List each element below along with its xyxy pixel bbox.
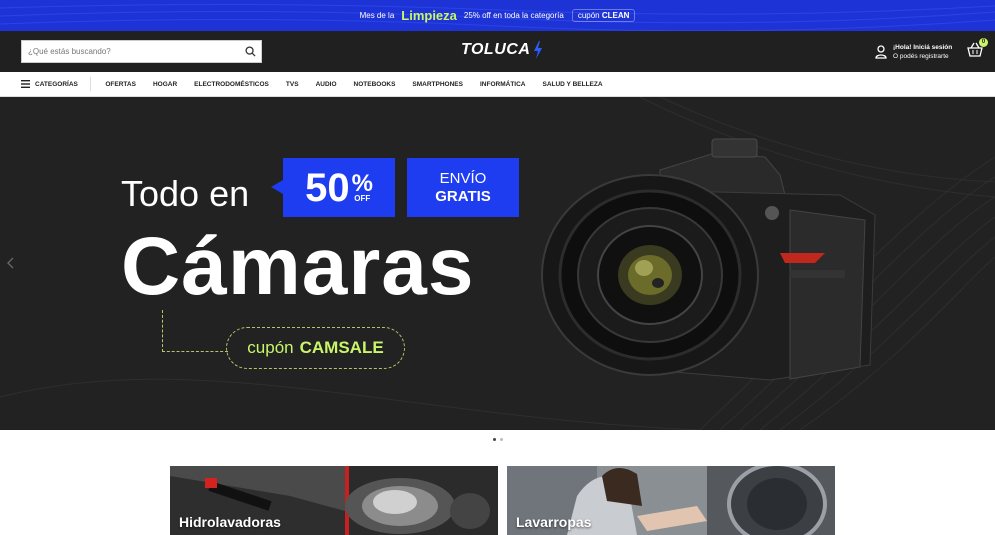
shipping-line2: GRATIS [435, 187, 491, 205]
nav-item-electrodomesticos[interactable]: ELECTRODOMÉSTICOS [186, 81, 278, 88]
promo-coupon: cupón CLEAN [571, 9, 636, 22]
carousel-dot-2[interactable] [499, 438, 503, 441]
hero-coupon-code: CAMSALE [299, 338, 384, 357]
account-link[interactable]: ¡Hola! Iniciá sesión O podés registrarte [875, 43, 952, 61]
coupon-connector-line [162, 310, 228, 352]
promo-coupon-code: CLEAN [601, 11, 630, 20]
logo[interactable]: TOLUCA [461, 41, 543, 59]
discount-off: OFF [354, 193, 371, 203]
search-icon[interactable] [239, 46, 261, 57]
menu-icon [21, 80, 30, 88]
hero-headline: Cámaras [121, 221, 475, 312]
category-nav: CATEGORÍAS OFERTAS HOGAR ELECTRODOMÉSTIC… [0, 72, 995, 97]
search-box[interactable] [21, 40, 262, 63]
free-shipping-badge: ENVÍO GRATIS [407, 158, 519, 217]
promo-prefix: Mes de la [359, 11, 395, 20]
login-link[interactable]: ¡Hola! Iniciá sesión [893, 43, 952, 52]
lightning-icon [534, 41, 543, 59]
hero-coupon-pill: cupón CAMSALE [226, 327, 405, 369]
categories-label: CATEGORÍAS [35, 80, 78, 88]
category-card-label: Lavarropas [516, 514, 592, 530]
promo-text: 25% off en toda la categoría [463, 11, 564, 20]
category-card-lavarropas[interactable]: Lavarropas [507, 466, 835, 535]
promo-bar[interactable]: Mes de la Limpieza 25% off en toda la ca… [0, 0, 995, 31]
cart-button[interactable]: 0 [967, 38, 988, 60]
logo-text: TOLUCA [461, 41, 531, 58]
nav-item-informatica[interactable]: INFORMÁTICA [471, 81, 534, 88]
promo-coupon-label: cupón [577, 11, 600, 20]
search-input[interactable] [22, 47, 239, 56]
nav-item-smartphones[interactable]: SMARTPHONES [404, 81, 472, 88]
carousel-dots [0, 438, 995, 441]
nav-item-ofertas[interactable]: OFERTAS [97, 81, 145, 88]
hero-line1: Todo en [121, 173, 250, 214]
shipping-line1: ENVÍO [439, 169, 487, 187]
category-cards: Hidrolavadoras Lavarropas [170, 466, 835, 535]
discount-badge: 50 % OFF [271, 158, 395, 217]
nav-item-audio[interactable]: AUDIO [307, 81, 345, 88]
promo-highlight: Limpieza [401, 8, 457, 23]
nav-item-hogar[interactable]: HOGAR [144, 81, 185, 88]
nav-item-notebooks[interactable]: NOTEBOOKS [345, 81, 404, 88]
categories-menu-button[interactable]: CATEGORÍAS [21, 77, 91, 91]
nav-item-salud-y-belleza[interactable]: SALUD Y BELLEZA [534, 81, 611, 88]
category-card-hidrolavadoras[interactable]: Hidrolavadoras [170, 466, 498, 535]
hero-coupon-label: cupón [247, 338, 294, 357]
category-card-label: Hidrolavadoras [179, 514, 281, 530]
cart-count-badge: 0 [979, 38, 988, 47]
register-link[interactable]: O podés registrarte [893, 52, 952, 61]
account-text: ¡Hola! Iniciá sesión O podés registrarte [893, 43, 952, 61]
hero-banner[interactable]: Todo en 50 % OFF ENVÍO GRATIS Cámaras cu… [0, 97, 995, 430]
discount-symbol-group: % OFF [351, 169, 373, 203]
carousel-dot-1[interactable] [492, 438, 496, 441]
carousel-prev-icon[interactable] [7, 257, 15, 269]
discount-number: 50 [305, 165, 350, 210]
dslr-camera-image [541, 138, 876, 381]
user-icon [875, 45, 887, 59]
site-header: TOLUCA ¡Hola! Iniciá sesión O podés regi… [0, 31, 995, 72]
discount-percent: % [351, 169, 373, 197]
nav-item-tvs[interactable]: TVS [277, 81, 307, 88]
